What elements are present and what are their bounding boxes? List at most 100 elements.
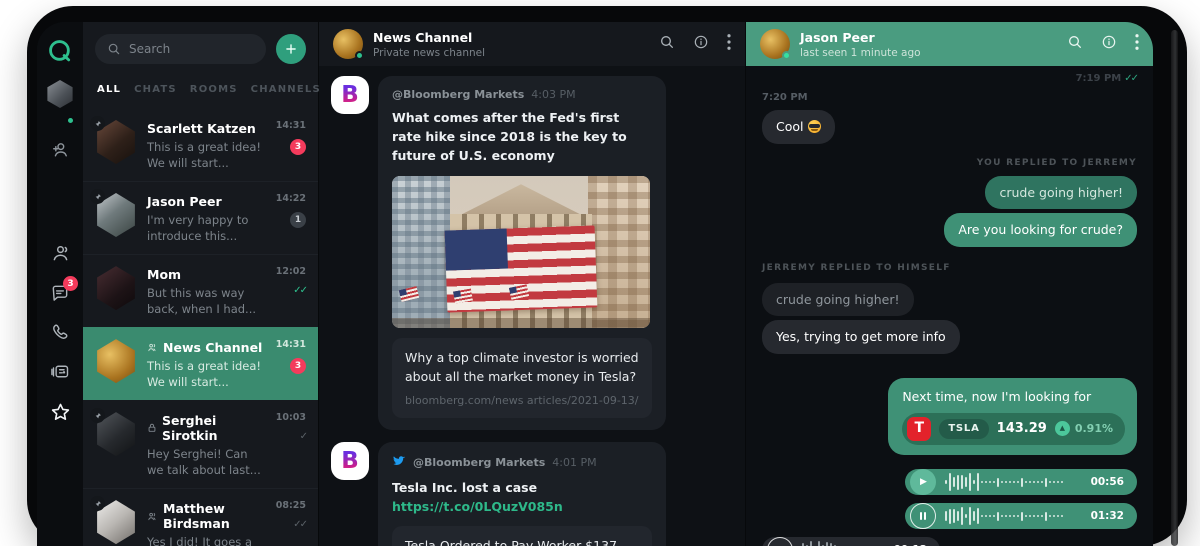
info-icon[interactable]	[693, 34, 709, 54]
nav-rail: 3	[37, 22, 83, 546]
chat-time: 14:22	[275, 193, 306, 205]
search-icon[interactable]	[659, 34, 675, 54]
pause-button[interactable]	[910, 503, 936, 529]
avatar	[97, 266, 135, 311]
direct-chat-header: Jason Peer last seen 1 minute ago	[746, 22, 1153, 66]
read-receipt: ✓	[299, 431, 309, 443]
chat-time: 12:02	[275, 266, 306, 278]
pin-icon	[90, 189, 105, 205]
search-input[interactable]: Search	[95, 34, 266, 64]
info-icon[interactable]	[1101, 34, 1117, 54]
message-bubble-more-info[interactable]: Yes, trying to get more info	[762, 320, 960, 354]
message-author: @Bloomberg Markets	[392, 88, 525, 101]
message-card[interactable]: @Bloomberg Markets 4:03 PM What comes af…	[378, 76, 666, 430]
link-preview-card[interactable]: Why a top climate investor is worried ab…	[392, 338, 652, 418]
profile-avatar[interactable]	[46, 80, 75, 125]
stock-message-bubble[interactable]: Next time, now I'm looking for T TSLA 14…	[888, 377, 1137, 455]
nyse-flag-photo[interactable]	[392, 176, 650, 329]
chat-row-scarlett[interactable]: Scarlett Katzen This is a great idea! We…	[83, 109, 318, 181]
messenger-app: 3 Search ALL CHATS ROOMS CHANNELS Scarle…	[37, 22, 1153, 546]
chat-preview: This is a great idea! We will start...	[147, 140, 261, 170]
news-channel-panel: News Channel Private news channel B @Blo…	[319, 22, 746, 546]
tab-chats[interactable]: CHATS	[134, 84, 177, 95]
read-receipt: ✓✓	[293, 519, 308, 531]
bloomberg-avatar[interactable]: B	[331, 76, 369, 114]
quoted-message[interactable]: crude going higher!	[985, 175, 1137, 209]
ticker-symbol: TSLA	[939, 419, 989, 439]
voice-message-outgoing-1: ▶ 00:56	[905, 469, 1137, 495]
chat-row-matthew[interactable]: Matthew Birdsman Yes I did! It goes a li…	[83, 488, 318, 546]
stock-price: 143.29	[996, 420, 1047, 436]
chats-icon[interactable]: 3	[50, 276, 78, 303]
tab-rooms[interactable]: ROOMS	[190, 84, 238, 95]
kebab-menu-icon[interactable]	[1135, 34, 1139, 54]
channel-title: News Channel	[373, 29, 473, 45]
chat-row-news-channel[interactable]: News Channel This is a great idea! We wi…	[83, 327, 318, 401]
play-button[interactable]: ▶	[910, 469, 936, 495]
search-icon[interactable]	[1067, 34, 1083, 54]
chat-name: News Channel	[163, 340, 263, 356]
chat-name: Scarlett Katzen	[147, 121, 256, 136]
online-status-dot	[782, 51, 791, 60]
unread-badge: 3	[290, 358, 306, 375]
chat-time: 08:25	[275, 500, 306, 512]
chat-preview: This is a great idea! We will start...	[147, 359, 261, 389]
plus-icon	[286, 44, 296, 54]
voice-waveform[interactable]	[945, 471, 1082, 493]
chat-row-mom[interactable]: Mom But this was way back, when I had...…	[83, 254, 318, 327]
reply-caption-jerremy: JERREMY REPLIED TO HIMSELF	[762, 262, 951, 273]
chat-name: Jason Peer	[147, 194, 222, 210]
bloomberg-avatar[interactable]: B	[331, 441, 369, 480]
tesla-logo: T	[907, 417, 932, 441]
voice-waveform[interactable]	[802, 539, 885, 546]
chat-preview: Yes I did! It goes a little something...	[147, 535, 252, 546]
message-bubble-crude-question[interactable]: Are you looking for crude?	[944, 213, 1137, 247]
chat-row-jason[interactable]: Jason Peer I'm very happy to introduce t…	[83, 181, 318, 254]
add-contact-icon[interactable]	[50, 140, 70, 160]
channels-icon[interactable]	[50, 361, 71, 382]
quoted-message[interactable]: crude going higher!	[762, 282, 914, 316]
new-chat-button[interactable]	[276, 34, 306, 64]
chat-time: 10:03	[275, 412, 306, 424]
tablet-frame: 3 Search ALL CHATS ROOMS CHANNELS Scarle…	[27, 6, 1187, 546]
news-message-2: B @Bloomberg Markets 4:01 PM Tesla Inc. …	[331, 441, 733, 546]
stock-ticker-chip[interactable]: T TSLA 143.29 ▲ 0.91%	[902, 413, 1125, 445]
favorites-star-icon[interactable]	[49, 401, 72, 424]
message-headline: What comes after the Fed's first rate hi…	[392, 110, 627, 163]
tab-channels[interactable]: CHANNELS	[251, 84, 321, 95]
news-messages: B @Bloomberg Markets 4:03 PM What comes …	[319, 66, 745, 546]
chat-time: 14:31	[275, 339, 306, 351]
chat-row-serghei[interactable]: Serghei Sirotkin Hey Serghei! Can we tal…	[83, 400, 318, 488]
tab-all[interactable]: ALL	[97, 84, 121, 95]
quote-title: Tesla Ordered to Pay Worker $137 Million…	[405, 538, 618, 546]
channel-icon	[147, 342, 158, 353]
message-bubble-cool[interactable]: Cool	[762, 110, 835, 144]
contact-avatar[interactable]	[760, 29, 791, 60]
time-label: 7:20 PM	[762, 92, 808, 103]
unread-badge: 3	[290, 139, 306, 155]
contact-name: Jason Peer	[800, 29, 875, 45]
unread-badge: 1	[290, 212, 306, 229]
chat-preview: I'm very happy to introduce this...	[147, 213, 249, 243]
link-preview-url: bloomberg.com/news articles/2021-09-13/	[405, 393, 639, 407]
sunglasses-emoji	[807, 120, 821, 133]
kebab-menu-icon[interactable]	[727, 34, 731, 54]
message-link[interactable]: https://t.co/0LQuzV085n	[392, 499, 563, 514]
contacts-icon[interactable]	[50, 243, 71, 264]
quote-card[interactable]: Tesla Ordered to Pay Worker $137 Million…	[392, 526, 652, 546]
message-card[interactable]: @Bloomberg Markets 4:01 PM Tesla Inc. lo…	[378, 441, 666, 546]
channel-avatar[interactable]	[333, 29, 364, 60]
voice-waveform[interactable]	[945, 505, 1082, 527]
stock-change: 0.91%	[1074, 422, 1113, 436]
chat-list-panel: Search ALL CHATS ROOMS CHANNELS Scarlett…	[83, 22, 347, 546]
read-receipt: ✓✓	[293, 285, 308, 297]
up-arrow-icon: ▲	[1054, 421, 1070, 437]
calls-icon[interactable]	[50, 322, 70, 342]
chat-preview: But this was way back, when I had...	[147, 286, 257, 316]
avatar	[97, 339, 135, 384]
direct-chat-messages: 7:19 PM ✓✓ 7:20 PM Cool YOU REPLIED TO JE…	[746, 66, 1153, 546]
app-logo-icon[interactable]	[47, 38, 73, 64]
pin-icon	[90, 116, 105, 131]
play-button[interactable]: ▶	[767, 537, 793, 546]
profile-avatar-image	[47, 80, 73, 108]
